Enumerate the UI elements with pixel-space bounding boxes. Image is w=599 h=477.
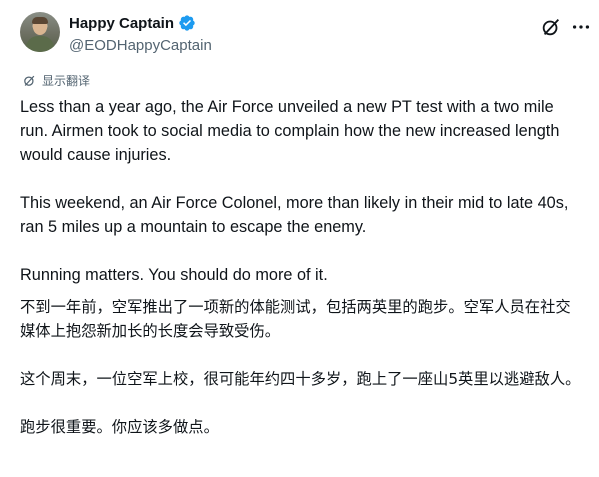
grok-icon[interactable] xyxy=(540,16,562,38)
translated-paragraph-1: 不到一年前，空军推出了一项新的体能测试，包括两英里的跑步。空军人员在社交媒体上抱… xyxy=(20,298,571,340)
avatar-body xyxy=(26,36,54,52)
translated-paragraph-2: 这个周末，一位空军上校，很可能年约四十多岁，跑上了一座山5英里以逃避敌人。 xyxy=(20,370,581,388)
translated-paragraph-3: 跑步很重要。你应该多做点。 xyxy=(20,418,219,436)
author-handle[interactable]: @EODHappyCaptain xyxy=(69,37,212,54)
avatar-hair xyxy=(32,17,48,24)
translate-icon xyxy=(24,75,35,86)
tweet-paragraph-1: Less than a year ago, the Air Force unve… xyxy=(20,98,560,164)
verified-badge-icon xyxy=(179,15,195,31)
tweet-paragraph-3: Running matters. You should do more of i… xyxy=(20,266,328,284)
show-translation-label: 显示翻译 xyxy=(42,74,91,88)
tweet-paragraph-2: This weekend, an Air Force Colonel, more… xyxy=(20,194,569,236)
tweet-text: Less than a year ago, the Air Force unve… xyxy=(20,95,585,287)
author-name-row: Happy Captain xyxy=(69,14,196,32)
more-icon[interactable] xyxy=(570,16,592,38)
author-display-name[interactable]: Happy Captain xyxy=(69,15,174,32)
translated-text: 不到一年前，空军推出了一项新的体能测试，包括两英里的跑步。空军人员在社交媒体上抱… xyxy=(20,295,585,439)
show-translation-link[interactable]: 显示翻译 xyxy=(22,72,90,89)
avatar[interactable] xyxy=(20,12,60,52)
